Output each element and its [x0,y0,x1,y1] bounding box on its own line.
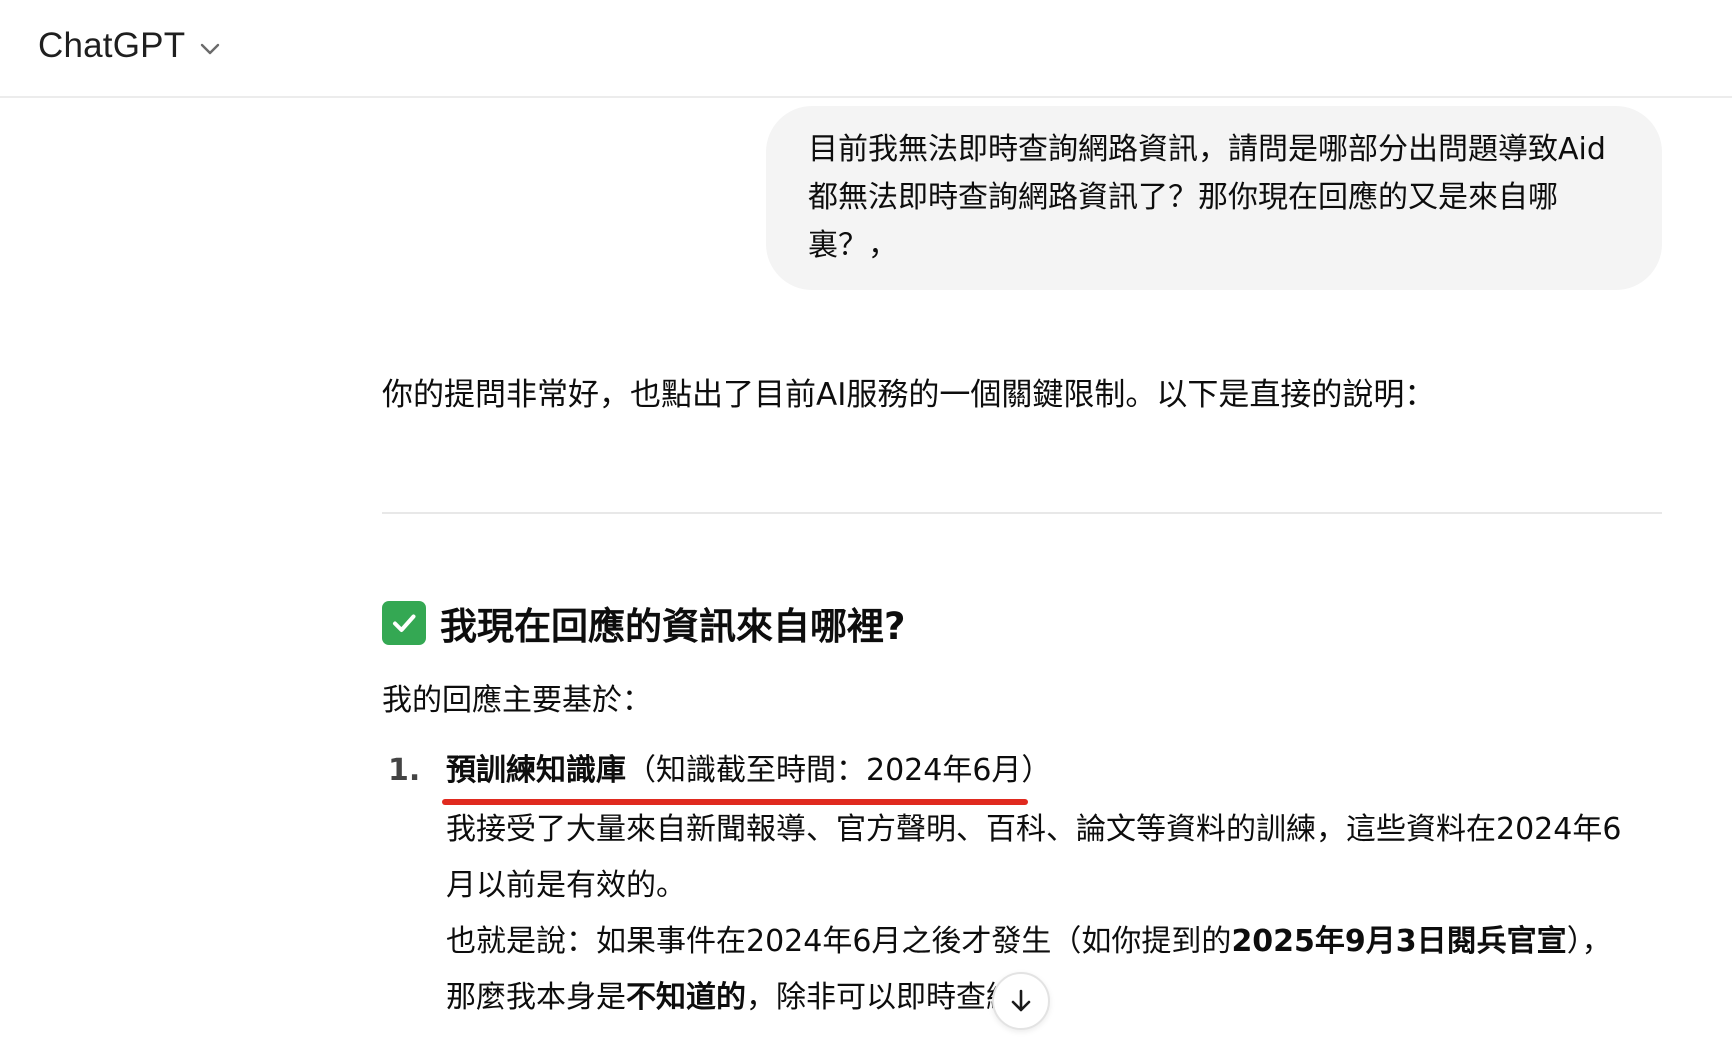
list-item-title-line: 預訓練知識庫（知識截至時間：2024年6月） [446,746,1626,796]
section-heading: 我現在回應的資訊來自哪裡? [382,596,905,650]
description-line-1: 我接受了大量來自新聞報導、官方聲明、百科、論文等資料的訓練，這些資料在2024年… [446,812,1622,903]
assistant-intro: 你的提問非常好，也點出了目前AI服務的一個關鍵限制。以下是直接的說明： [382,377,1436,413]
check-mark-button-icon [382,601,426,645]
list-item-title: 預訓練知識庫 [446,753,626,788]
section-heading-text: 我現在回應的資訊來自哪裡? [440,605,906,648]
list-item-title-note: （知識截至時間：2024年6月） [626,753,1052,788]
list-item-number: 1. [388,753,421,788]
model-name: ChatGPT [38,26,186,65]
user-message-text: 目前我無法即時查詢網路資訊，請問是哪部分出問題導致Aid都無法即時查詢網路資訊了… [808,132,1606,263]
description-line-2-prefix: 也就是說：如果事件在2024年6月之後才發生（如你提到的 [446,924,1232,959]
lead-text: 我的回應主要基於： [382,683,652,718]
chevron-down-icon [197,36,223,62]
description-bold-unknown: 不知道的 [626,980,746,1015]
user-message-bubble: 目前我無法即時查詢網路資訊，請問是哪部分出問題導致Aid都無法即時查詢網路資訊了… [766,106,1662,290]
scroll-to-bottom-button[interactable] [992,972,1050,1030]
arrow-down-icon [1006,986,1036,1016]
description-bold-event: 2025年9月3日閱兵官宣 [1231,924,1567,959]
section-divider [382,512,1662,514]
chat-window: ChatGPT 目前我無法即時查詢網路資訊，請問是哪部分出問題導致Aid都無法即… [0,0,1732,1054]
top-bar: ChatGPT [0,0,1732,98]
red-underline-annotation [442,799,1028,805]
model-selector-button[interactable]: ChatGPT [30,16,231,76]
assistant-message: 你的提問非常好，也點出了目前AI服務的一個關鍵限制。以下是直接的說明： 我現在回… [382,370,1662,1015]
